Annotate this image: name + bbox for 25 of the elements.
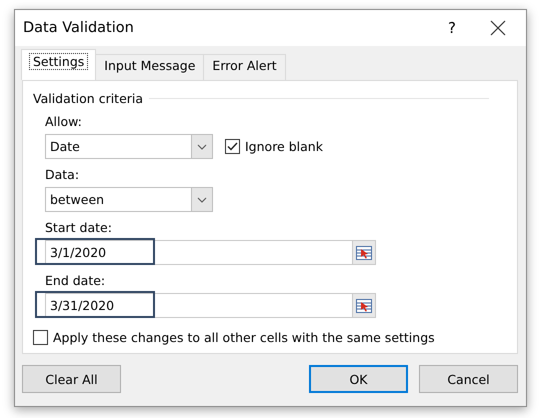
field-label: Start date: — [45, 220, 113, 237]
caret-icon — [191, 188, 212, 211]
field-label: Allow: — [45, 114, 83, 131]
range-picker-button[interactable] — [352, 240, 376, 265]
dialog-button[interactable]: Clear All — [22, 365, 121, 393]
checkbox[interactable] — [33, 330, 48, 345]
date-field[interactable]: 3/31/2020 — [45, 293, 352, 318]
tab[interactable]: Settings — [21, 49, 96, 80]
caret-icon — [191, 135, 212, 158]
date-field[interactable]: 3/1/2020 — [45, 240, 352, 265]
field-label: End date: — [45, 273, 106, 290]
help-button[interactable]: ? — [422, 19, 482, 37]
allow-dropdown[interactable]: Date — [45, 134, 213, 159]
dialog-button[interactable]: OK — [309, 365, 408, 393]
tab[interactable]: Error Alert — [203, 54, 286, 80]
data-dropdown[interactable]: between — [45, 187, 213, 212]
dialog-button[interactable]: Cancel — [419, 365, 518, 393]
checkbox-label: Ignore blank — [245, 139, 323, 154]
field-label: Data: — [45, 167, 80, 184]
checkbox-label: Apply these changes to all other cells with the same settings — [53, 330, 435, 345]
range-picker-button[interactable] — [352, 293, 376, 318]
close-icon[interactable] — [490, 20, 506, 36]
checkbox[interactable] — [225, 139, 240, 154]
window-title: Data Validation — [23, 20, 135, 36]
section-title: Validation criteria — [33, 91, 144, 106]
